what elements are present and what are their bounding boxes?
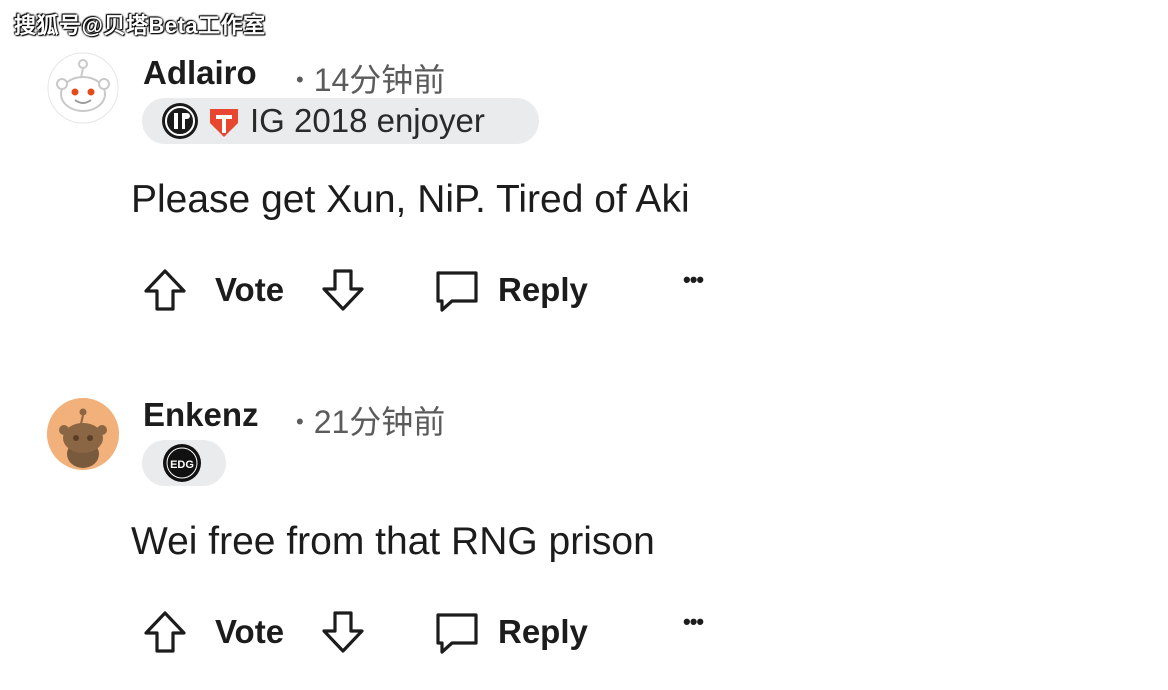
user-flair: IG 2018 enjoyer xyxy=(142,98,539,144)
edg-team-icon: EDG xyxy=(162,443,202,483)
comment-actions: Vote Reply ••• xyxy=(140,607,760,657)
separator-dot: • xyxy=(296,408,304,434)
comment-body: Please get Xun, NiP. Tired of Aki xyxy=(131,178,690,221)
comment-meta: • 14分钟前 xyxy=(296,55,445,101)
vote-label: Vote xyxy=(215,271,285,308)
separator-dot: • xyxy=(296,66,304,92)
reply-label: Reply xyxy=(498,613,588,650)
reply-button[interactable]: Reply xyxy=(432,607,588,657)
tes-team-icon xyxy=(204,101,244,141)
reply-button[interactable]: Reply xyxy=(432,265,588,315)
comment-bubble-icon xyxy=(436,613,478,654)
reply-label: Reply xyxy=(498,271,588,308)
snoo-avatar-icon xyxy=(47,52,119,124)
downvote-button[interactable] xyxy=(318,265,368,315)
vote-label: Vote xyxy=(215,613,285,650)
username[interactable]: Adlairo xyxy=(143,54,257,92)
snoo-avatar-icon xyxy=(47,398,119,470)
comment-time: 14分钟前 xyxy=(313,62,446,98)
downvote-arrow-icon xyxy=(322,269,364,311)
upvote-button[interactable] xyxy=(140,265,190,315)
comment-meta: • 21分钟前 xyxy=(296,397,445,443)
upvote-button[interactable] xyxy=(140,607,190,657)
comment-body: Wei free from that RNG prison xyxy=(131,520,655,563)
ig-team-icon xyxy=(160,101,200,141)
watermark: 搜狐号@贝塔Beta工作室 xyxy=(14,13,266,38)
more-options-button[interactable]: ••• xyxy=(683,609,704,635)
username[interactable]: Enkenz xyxy=(143,396,259,434)
downvote-arrow-icon xyxy=(322,611,364,653)
comment-time: 21分钟前 xyxy=(313,404,446,440)
user-avatar[interactable] xyxy=(47,398,119,470)
flair-label: IG 2018 enjoyer xyxy=(250,102,485,139)
user-avatar[interactable] xyxy=(47,52,119,124)
comment-actions: Vote Reply ••• xyxy=(140,265,760,315)
svg-text:EDG: EDG xyxy=(170,459,194,471)
comment-bubble-icon xyxy=(436,271,478,312)
upvote-arrow-icon xyxy=(144,611,186,653)
user-flair: EDG xyxy=(142,440,226,486)
downvote-button[interactable] xyxy=(318,607,368,657)
upvote-arrow-icon xyxy=(144,269,186,311)
more-options-button[interactable]: ••• xyxy=(683,267,704,293)
